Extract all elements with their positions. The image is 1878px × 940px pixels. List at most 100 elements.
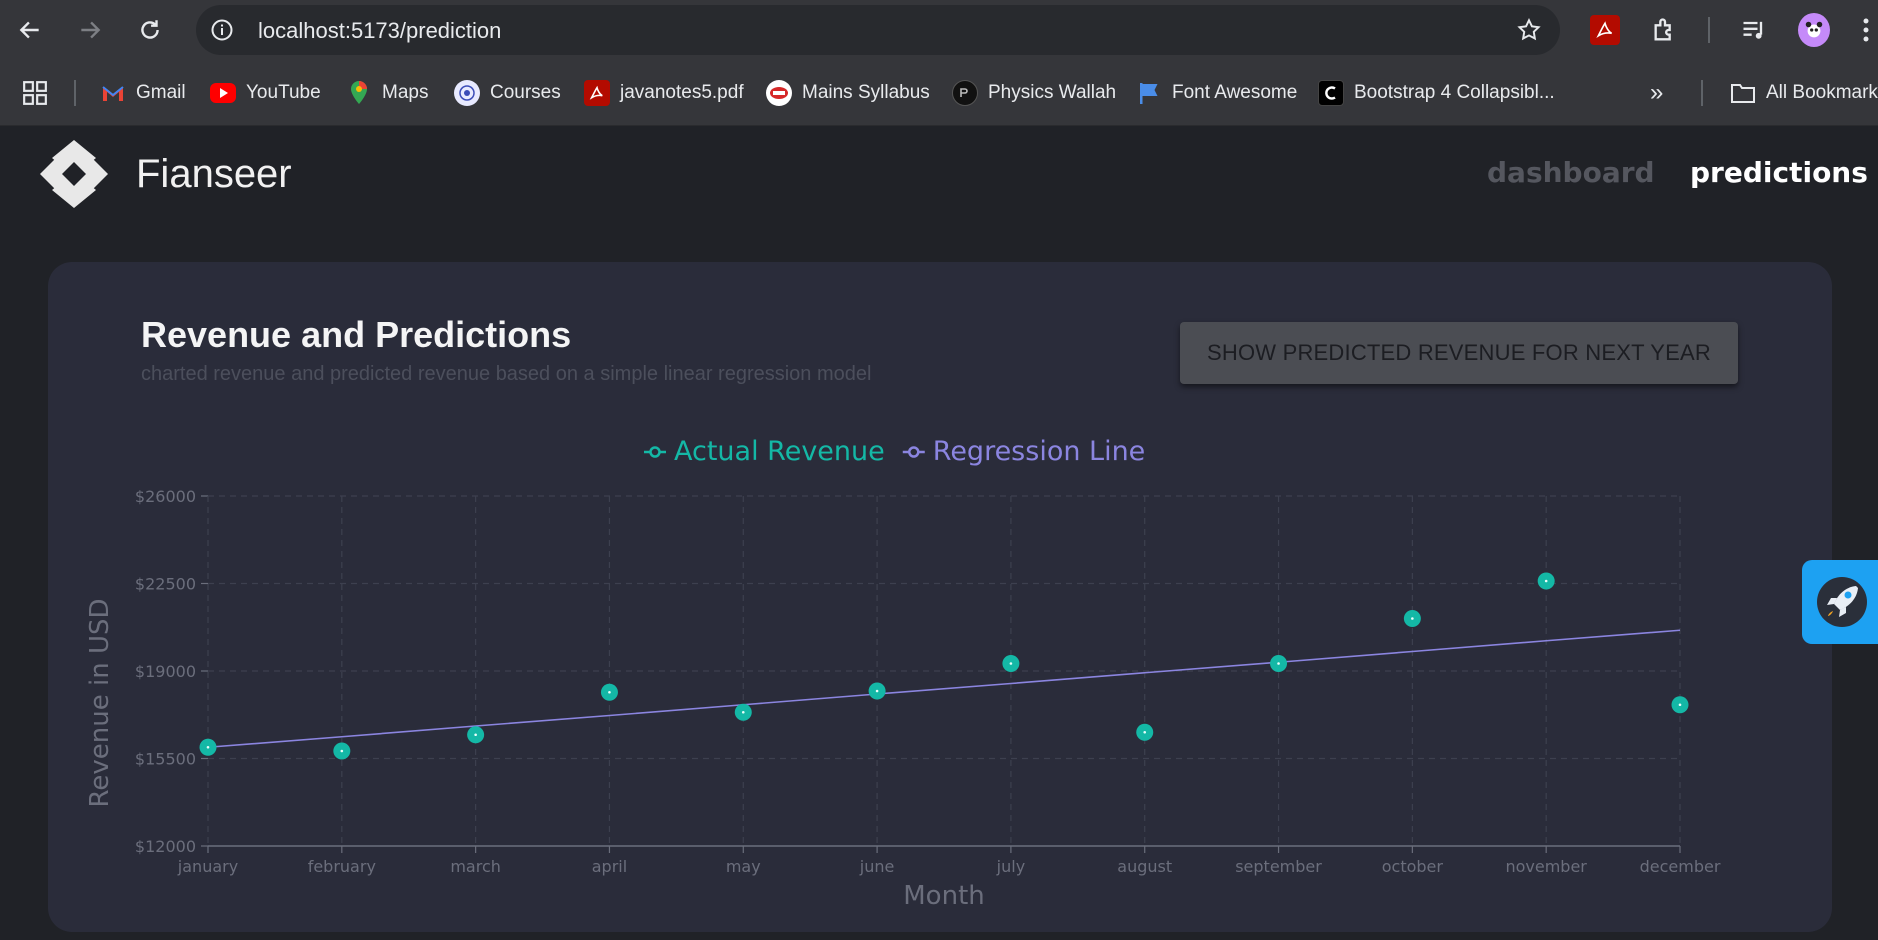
rocket-icon — [1817, 577, 1867, 627]
toolbar-separator — [1708, 17, 1710, 43]
actual-revenue-point-center — [1009, 662, 1013, 665]
bookmark-label: javanotes5.pdf — [620, 82, 744, 103]
legend-marker-dot — [908, 446, 920, 458]
youtube-icon — [210, 83, 236, 103]
x-tick-label: september — [1235, 857, 1322, 876]
x-tick-label: december — [1640, 857, 1721, 876]
pdf-icon — [584, 80, 610, 106]
x-tick-label: march — [450, 857, 501, 876]
panda-icon — [1805, 21, 1823, 38]
codepen-icon — [1318, 80, 1344, 106]
bookmark-youtube[interactable]: YouTube — [210, 77, 321, 109]
apps-grid-button[interactable] — [22, 77, 48, 109]
bookmark-label: Mains Syllabus — [802, 82, 930, 103]
url-path: :5173/prediction — [344, 18, 502, 43]
nav-link-predictions[interactable]: predictions — [1690, 156, 1868, 189]
maps-icon — [346, 80, 372, 106]
bookmark-font-awesome[interactable]: Font Awesome — [1136, 77, 1297, 109]
nav-link-dashboard[interactable]: dashboard — [1487, 156, 1655, 189]
y-tick-label: $15500 — [135, 750, 196, 769]
y-tick-label: $22500 — [135, 575, 196, 594]
actual-revenue-point-center — [1411, 617, 1414, 620]
extensions-puzzle-icon[interactable] — [1649, 14, 1681, 46]
browser-menu-icon[interactable] — [1856, 14, 1876, 46]
y-tick-label: $26000 — [135, 487, 196, 506]
reload-icon — [141, 20, 159, 39]
x-tick-label: may — [726, 857, 761, 876]
x-axis-title: Month — [903, 881, 985, 911]
more-bookmarks-button[interactable]: » — [1650, 77, 1663, 109]
media-controls-icon[interactable] — [1738, 14, 1770, 46]
gmail-icon — [100, 80, 126, 106]
legend-marker-dot — [649, 446, 661, 458]
actual-revenue-point-center — [608, 690, 611, 694]
site-info-icon[interactable] — [210, 18, 234, 42]
url-text: localhost:5173/prediction — [258, 18, 501, 44]
bookmark-physics-wallah[interactable]: Physics Wallah — [952, 77, 1116, 109]
fianseer-logo-icon — [40, 140, 108, 208]
syllabus-icon — [766, 80, 792, 106]
revenue-chart: $12000 $15500 $19000 $22500 $26000 january feb… — [85, 436, 1721, 911]
bookmark-courses[interactable]: Courses — [454, 77, 561, 109]
bookmarks-separator-right — [1701, 80, 1703, 106]
flag-icon — [1136, 80, 1162, 106]
x-tick-label: october — [1382, 857, 1444, 876]
rocket-widget-button[interactable] — [1802, 560, 1878, 644]
actual-revenue-point-center — [1678, 703, 1682, 707]
bookmark-label: Physics Wallah — [988, 82, 1117, 103]
forward-button[interactable] — [72, 12, 108, 48]
bookmark-bootstrap[interactable]: Bootstrap 4 Collapsibl... — [1318, 77, 1555, 109]
y-tick-label: $12000 — [135, 837, 196, 856]
x-tick-label: june — [859, 857, 895, 876]
bookmark-javanotes[interactable]: javanotes5.pdf — [584, 77, 744, 109]
actual-revenue-point-center — [741, 710, 745, 714]
x-tick-label: april — [592, 857, 627, 876]
actual-revenue-point-center — [1277, 662, 1280, 665]
bookmark-label: All Bookmarks — [1766, 82, 1878, 103]
actual-revenue-point-center — [340, 749, 344, 753]
bookmarks-separator — [74, 80, 76, 106]
pw-icon — [952, 80, 978, 106]
actual-revenue-point-center — [206, 745, 210, 749]
brand-name: Fianseer — [136, 151, 292, 196]
apps-grid-icon — [23, 81, 47, 105]
bookmark-maps[interactable]: Maps — [346, 77, 428, 109]
x-tick-label: november — [1505, 857, 1587, 876]
all-bookmarks-button[interactable]: All Bookmarks — [1730, 77, 1878, 109]
bookmark-label: YouTube — [246, 82, 321, 103]
acrobat-extension-icon[interactable] — [1589, 14, 1621, 46]
x-tick-label: august — [1117, 857, 1172, 876]
more-bookmarks-label: » — [1650, 79, 1664, 106]
bookmark-label: Font Awesome — [1172, 82, 1298, 103]
browser-toolbar: localhost:5173/prediction — [0, 0, 1878, 60]
actual-revenue-point-center — [474, 733, 477, 737]
legend-label: Regression Line — [933, 436, 1146, 467]
bookmark-label: Courses — [490, 82, 561, 103]
back-arrow-icon — [19, 21, 39, 39]
x-tick-label: february — [308, 857, 376, 876]
actual-revenue-point-center — [1143, 730, 1147, 734]
reload-button[interactable] — [132, 12, 168, 48]
bookmark-label: Gmail — [136, 82, 186, 103]
forward-arrow-icon — [81, 21, 101, 39]
profile-avatar[interactable] — [1798, 13, 1830, 47]
y-tick-label: $19000 — [135, 662, 196, 681]
bookmarks-bar: Gmail YouTube Maps Courses javanotes5.pd… — [0, 60, 1878, 126]
bookmark-label: Maps — [382, 82, 429, 103]
bookmark-star-icon[interactable] — [1516, 17, 1542, 43]
bookmark-label: Bootstrap 4 Collapsibl... — [1354, 82, 1555, 103]
x-tick-label: july — [996, 857, 1026, 876]
legend-label: Actual Revenue — [674, 436, 885, 467]
url-host: localhost — [258, 18, 345, 43]
revenue-card: Revenue and Predictions charted revenue … — [48, 262, 1832, 932]
back-button[interactable] — [12, 12, 48, 48]
brand[interactable]: Fianseer — [38, 136, 292, 212]
actual-revenue-point-center — [875, 689, 879, 693]
regression-line — [207, 629, 1681, 749]
page-content: Fianseer dashboard predictions Revenue a… — [0, 126, 1878, 940]
address-bar[interactable]: localhost:5173/prediction — [196, 5, 1560, 55]
folder-icon — [1730, 80, 1756, 106]
bookmark-mains-syllabus[interactable]: Mains Syllabus — [766, 77, 930, 109]
bookmark-gmail[interactable]: Gmail — [100, 77, 186, 109]
x-tick-label: january — [177, 857, 238, 876]
